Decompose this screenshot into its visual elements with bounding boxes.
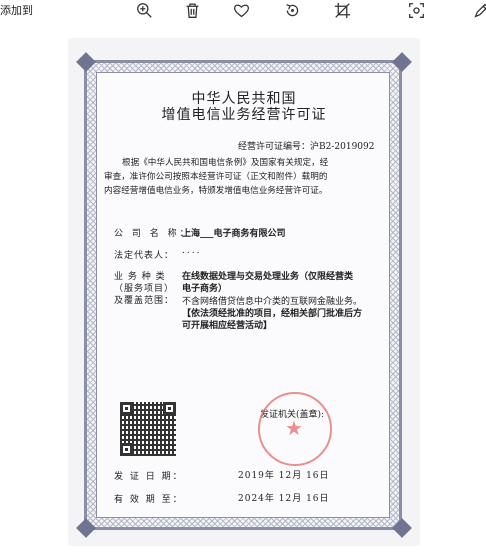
favorite-button[interactable] bbox=[230, 0, 252, 20]
official-seal: ★ bbox=[258, 392, 332, 466]
telecom-license-certificate: 中华人民共和国 增值电信业务经营许可证 经营许可证编号：沪B2-2019092 … bbox=[68, 38, 420, 546]
permit-number-label: 经营许可证编号： bbox=[238, 142, 311, 152]
company-name-value: 上海___电子商务有限公司 bbox=[182, 229, 286, 239]
business-scope-line: 电子商务） bbox=[182, 284, 228, 294]
edit-icon bbox=[473, 3, 486, 18]
permit-number-value: 沪B2-2019092 bbox=[310, 142, 375, 152]
legal-representative-value: .... bbox=[182, 246, 202, 256]
focus-button[interactable] bbox=[405, 0, 427, 20]
permit-number: 经营许可证编号：沪B2-2019092 bbox=[238, 139, 374, 152]
legal-representative-label: 法定代表人： bbox=[114, 251, 175, 261]
company-name-label: 公 司 名 称： bbox=[114, 229, 192, 239]
certificate-title: 增值电信业务经营许可证 bbox=[161, 107, 327, 123]
expiry-date-value: 2024年 12月 16日 bbox=[238, 494, 330, 504]
qr-finder-pattern bbox=[163, 402, 176, 415]
image-viewer-toolbar: 添加到 bbox=[0, 0, 486, 24]
heart-icon bbox=[233, 4, 249, 17]
trash-icon bbox=[186, 2, 198, 18]
qr-finder-pattern bbox=[120, 443, 133, 456]
body-line: 内容经营增值电信业务，特颁发增值电信业务经营许可证。 bbox=[104, 186, 328, 196]
zoom-in-icon bbox=[136, 2, 152, 18]
expiry-date-label: 有 效 期 至： bbox=[114, 495, 184, 505]
qr-code bbox=[120, 402, 176, 456]
crop-button[interactable] bbox=[331, 0, 353, 20]
business-scope-line: 可开展相应经营活动】 bbox=[182, 321, 273, 331]
body-line: 审查，准许你公司按照本经营许可证（正文和附件）载明的 bbox=[104, 172, 328, 182]
delete-button[interactable] bbox=[181, 0, 203, 20]
add-to-button[interactable]: 添加到 bbox=[0, 2, 33, 18]
certificate-body-text: 根据《中华人民共和国电信条例》及国家有关规定，经 审查，准许你公司按照本经营许可… bbox=[104, 156, 380, 198]
focus-icon bbox=[408, 2, 424, 18]
coverage-label: 及覆盖范围： bbox=[114, 296, 175, 306]
issue-date-label: 发 证 日 期： bbox=[114, 472, 184, 482]
body-line: 根据《中华人民共和国电信条例》及国家有关规定，经 bbox=[122, 158, 329, 168]
zoom-in-button[interactable] bbox=[133, 0, 155, 20]
qr-finder-pattern bbox=[120, 402, 133, 415]
crop-icon bbox=[334, 2, 350, 18]
rotate-button[interactable] bbox=[281, 0, 303, 20]
issue-date-value: 2019年 12月 16日 bbox=[238, 471, 330, 481]
edit-button[interactable] bbox=[470, 0, 486, 20]
rotate-icon bbox=[285, 3, 298, 16]
seal-star-icon: ★ bbox=[285, 416, 303, 440]
